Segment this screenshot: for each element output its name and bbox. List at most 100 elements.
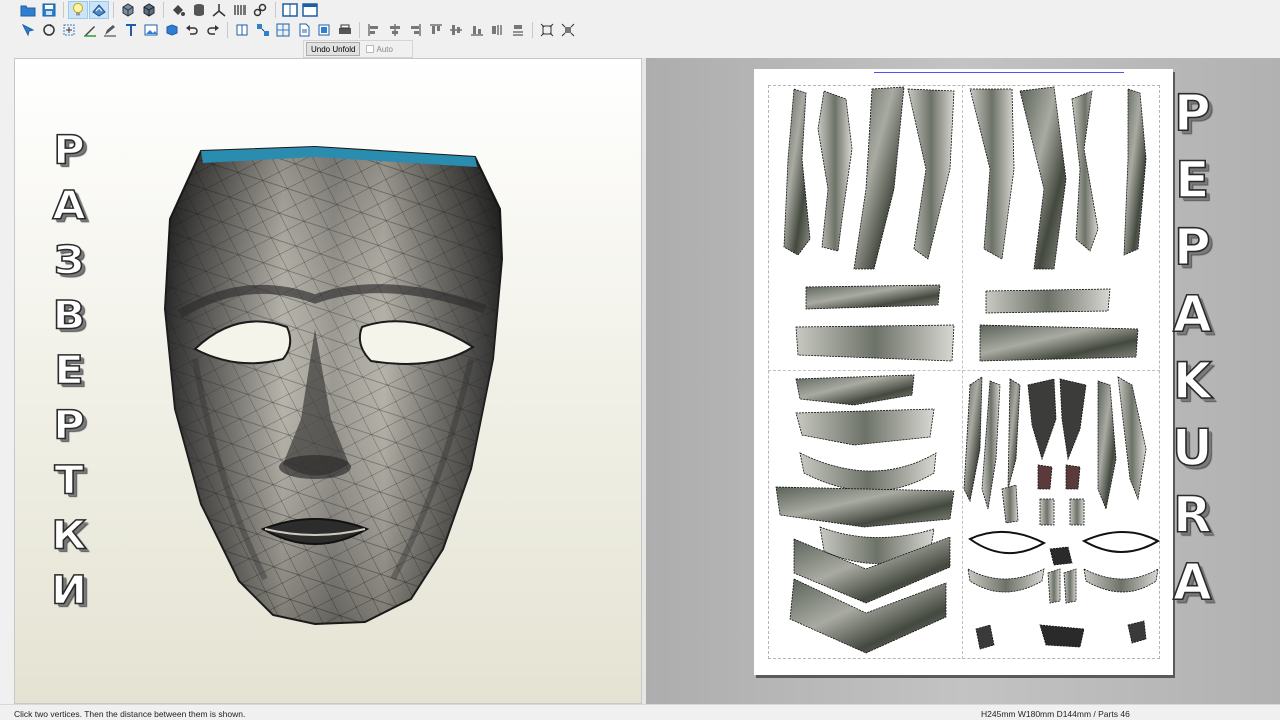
2d-unfold-pane[interactable]: P E P A K U R A xyxy=(646,58,1280,704)
part-small[interactable] xyxy=(1039,498,1055,526)
overlay-letter: А xyxy=(52,182,87,229)
book-icon[interactable] xyxy=(232,21,252,39)
part-small[interactable] xyxy=(1001,484,1019,524)
pencil-icon[interactable] xyxy=(100,21,120,39)
part-small[interactable] xyxy=(963,376,983,503)
part-small[interactable] xyxy=(1069,498,1085,526)
cylinder-icon[interactable] xyxy=(189,1,209,19)
undo-unfold-button[interactable]: Undo Unfold xyxy=(306,42,361,56)
overlay-letter: E xyxy=(1174,151,1210,209)
part-small[interactable] xyxy=(1065,464,1081,490)
redo-icon[interactable] xyxy=(203,21,223,39)
part-strip[interactable] xyxy=(1019,86,1067,270)
part-small[interactable] xyxy=(1097,380,1117,511)
export-icon[interactable] xyxy=(314,21,334,39)
auto-checkbox[interactable]: Auto xyxy=(366,44,393,54)
part-small[interactable] xyxy=(1047,568,1061,604)
part-small[interactable] xyxy=(975,624,995,650)
part-eye-ring[interactable] xyxy=(1081,531,1161,553)
part-strip[interactable] xyxy=(907,88,955,260)
auto-checkbox-label: Auto xyxy=(376,44,393,54)
undo-icon[interactable] xyxy=(182,21,202,39)
part-arc[interactable] xyxy=(795,374,915,406)
axis-icon[interactable] xyxy=(209,1,229,19)
part-small[interactable] xyxy=(981,380,1001,510)
fit-selection-icon[interactable] xyxy=(537,21,557,39)
open-file-icon[interactable] xyxy=(18,1,38,19)
part-strip[interactable] xyxy=(853,86,905,270)
fit-all-icon[interactable] xyxy=(558,21,578,39)
part-small[interactable] xyxy=(1117,376,1147,501)
overlay-letter: Р xyxy=(52,402,85,449)
right-overlay-title: P E P A K U R A xyxy=(1171,87,1213,624)
toolbar-separator xyxy=(163,2,164,18)
part-eye-ring[interactable] xyxy=(967,568,1045,593)
part-strip[interactable] xyxy=(1123,88,1147,256)
pack-parts-icon[interactable] xyxy=(162,21,182,39)
move-part-icon[interactable] xyxy=(139,1,159,19)
align-center-icon[interactable] xyxy=(385,21,405,39)
part-strip[interactable] xyxy=(817,90,853,252)
left-overlay-title: Р А З В Е Р Т К И xyxy=(50,129,88,624)
rotate-part-icon[interactable] xyxy=(118,1,138,19)
part-arc[interactable] xyxy=(795,408,935,446)
part-small[interactable] xyxy=(1027,378,1057,461)
text-tool-icon[interactable] xyxy=(121,21,141,39)
unfolded-parts[interactable] xyxy=(754,69,1173,675)
edge-icon[interactable] xyxy=(230,1,250,19)
split-parts-icon[interactable] xyxy=(273,21,293,39)
toolbar-separator xyxy=(274,2,276,18)
part-band[interactable] xyxy=(985,288,1111,314)
lightbulb-icon[interactable] xyxy=(68,1,88,19)
overlay-letter: В xyxy=(52,292,86,339)
toolbar-separator xyxy=(113,2,114,18)
part-strip[interactable] xyxy=(969,88,1015,260)
align-middle-icon[interactable] xyxy=(446,21,466,39)
part-band[interactable] xyxy=(805,284,941,310)
part-eye-ring[interactable] xyxy=(1083,568,1159,593)
image-tool-icon[interactable] xyxy=(141,21,161,39)
part-small[interactable] xyxy=(1007,378,1021,490)
part-eye-ring[interactable] xyxy=(968,530,1047,554)
distribute-v-icon[interactable] xyxy=(508,21,528,39)
rotate-tool-icon[interactable] xyxy=(39,21,59,39)
window-icon[interactable] xyxy=(300,1,320,19)
overlay-letter: K xyxy=(1172,352,1212,410)
part-small[interactable] xyxy=(1049,546,1073,566)
part-mouth[interactable] xyxy=(1039,624,1085,648)
distribute-h-icon[interactable] xyxy=(487,21,507,39)
select-tool-icon[interactable] xyxy=(18,21,38,39)
texture-mode-icon[interactable] xyxy=(88,1,109,19)
align-bottom-icon[interactable] xyxy=(467,21,487,39)
part-arc[interactable] xyxy=(799,452,937,492)
link-icon[interactable] xyxy=(250,1,270,19)
part-band[interactable] xyxy=(979,324,1139,362)
join-parts-icon[interactable] xyxy=(253,21,273,39)
auto-checkbox-box[interactable] xyxy=(366,45,375,53)
page-settings-icon[interactable] xyxy=(294,21,314,39)
overlay-letter: P xyxy=(1173,218,1211,276)
part-small[interactable] xyxy=(1063,568,1077,604)
align-left-icon[interactable] xyxy=(364,21,384,39)
part-small[interactable] xyxy=(1059,378,1087,461)
part-band[interactable] xyxy=(795,324,955,362)
align-right-icon[interactable] xyxy=(405,21,425,39)
save-file-icon[interactable] xyxy=(39,1,59,19)
3d-view-pane[interactable]: Р А З В Е Р Т К И xyxy=(14,58,642,704)
edit-flap-icon[interactable] xyxy=(80,21,100,39)
paint-bucket-icon[interactable] xyxy=(168,1,188,19)
print-icon[interactable] xyxy=(335,21,355,39)
move-tool-icon[interactable] xyxy=(59,21,79,39)
part-arc[interactable] xyxy=(775,486,955,528)
status-dimensions: H245mm W180mm D144mm / Parts 46 xyxy=(981,709,1130,719)
overlay-letter: И xyxy=(50,567,88,614)
toolbar-separator xyxy=(532,22,533,38)
part-strip[interactable] xyxy=(783,88,811,256)
mask-3d-model[interactable] xyxy=(15,59,642,704)
status-hint: Click two vertices. Then the distance be… xyxy=(14,709,246,719)
align-top-icon[interactable] xyxy=(426,21,446,39)
part-small[interactable] xyxy=(1127,620,1147,644)
single-view-icon[interactable] xyxy=(280,1,300,19)
part-strip[interactable] xyxy=(1071,90,1099,252)
part-small[interactable] xyxy=(1037,464,1053,490)
